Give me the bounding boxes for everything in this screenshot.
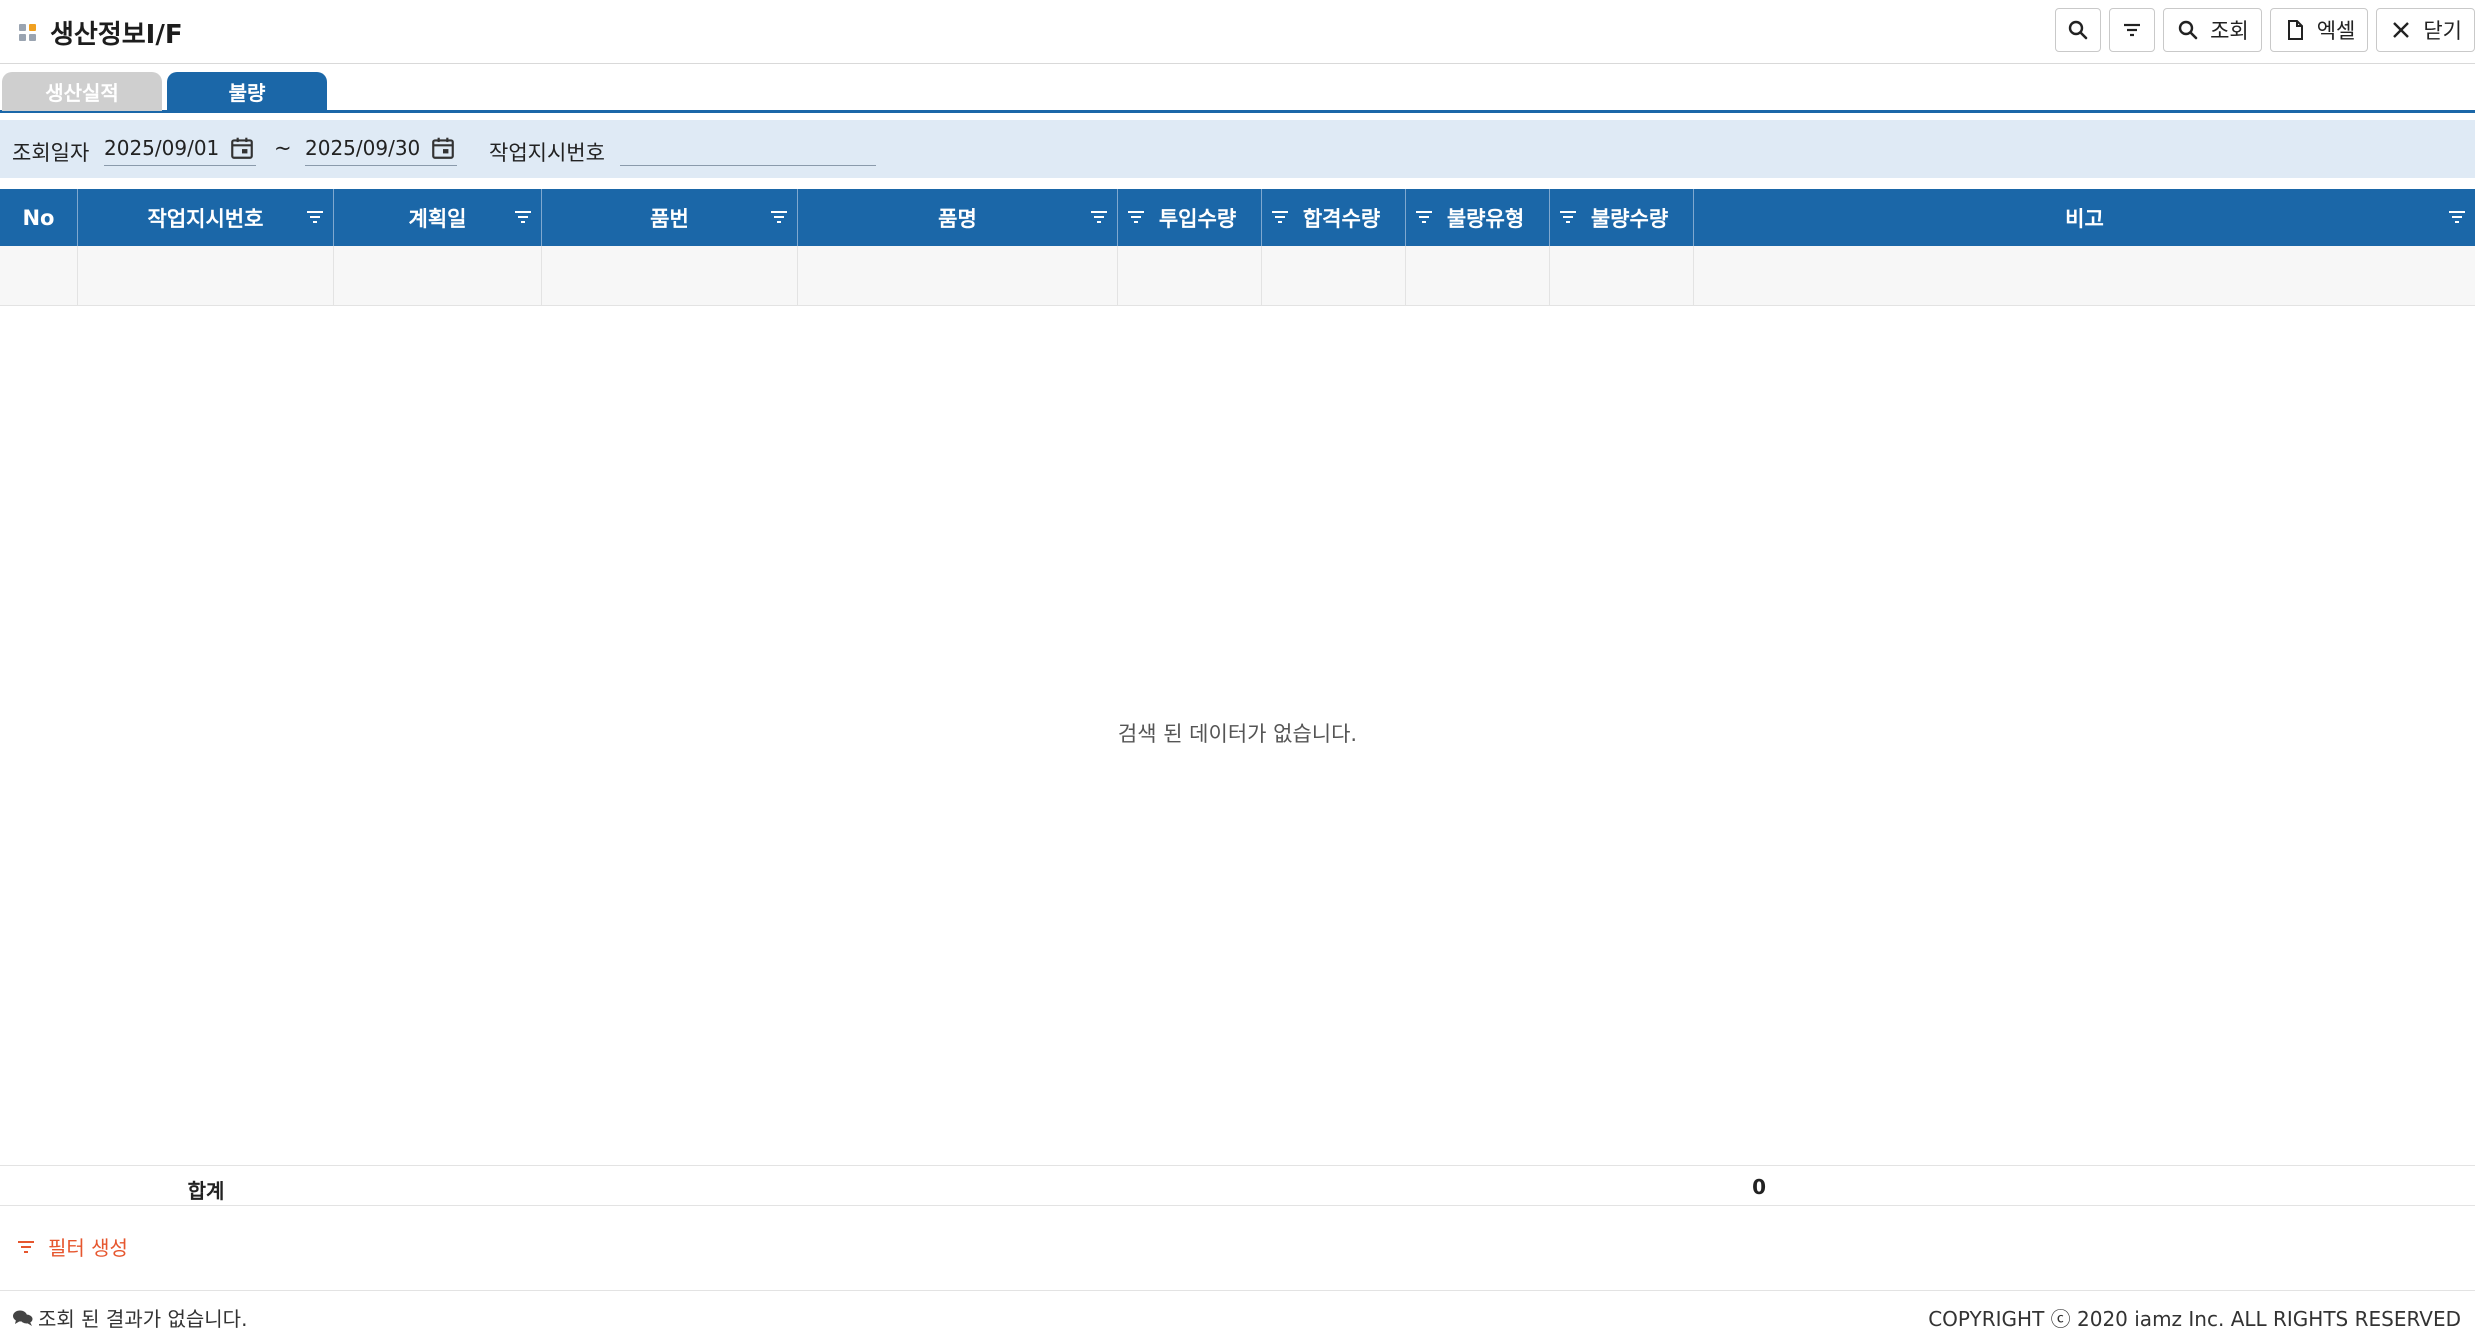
grid-header: No 작업지시번호 계획일 품번 품명 투입수량 합격수량 불량유형 불량수량 …: [0, 189, 2475, 246]
filter-cell[interactable]: [0, 246, 78, 305]
column-header-defect-qty[interactable]: 불량수량: [1550, 189, 1694, 246]
range-separator: ~: [274, 136, 292, 160]
filter-cell[interactable]: [1262, 246, 1406, 305]
filter-cell[interactable]: [334, 246, 542, 305]
column-header-pass-qty[interactable]: 합격수량: [1262, 189, 1406, 246]
filter-icon[interactable]: [769, 208, 789, 226]
filter-cell[interactable]: [78, 246, 334, 305]
filter-icon[interactable]: [1414, 208, 1434, 226]
excel-button[interactable]: 엑셀: [2269, 8, 2369, 52]
title-area: 생산정보I/F: [18, 12, 183, 52]
filter-icon[interactable]: [513, 208, 533, 226]
column-header-defect-type[interactable]: 불량유형: [1406, 189, 1550, 246]
excel-button-label: 엑셀: [2316, 19, 2356, 43]
footer: 조회 된 결과가 없습니다. COPYRIGHT ⓒ 2020 iamz Inc…: [0, 1290, 2475, 1336]
document-icon: [2287, 20, 2303, 40]
close-icon: [2393, 22, 2410, 38]
date-to-value: 2025/09/30: [305, 136, 421, 160]
filter-icon[interactable]: [305, 208, 325, 226]
filter-button[interactable]: [2109, 8, 2156, 52]
calendar-icon[interactable]: [430, 135, 456, 161]
column-header-plan-date[interactable]: 계획일: [334, 189, 542, 246]
summary-value: 0: [1752, 1175, 1766, 1199]
close-button-label: 닫기: [2423, 19, 2462, 43]
filter-cell[interactable]: [1406, 246, 1550, 305]
filter-icon[interactable]: [1126, 208, 1146, 226]
search-icon: [2068, 20, 2088, 40]
filter-create-label: 필터 생성: [48, 1236, 128, 1260]
toolbar: 조회 엑셀 닫기: [2055, 8, 2475, 54]
date-from-value: 2025/09/01: [104, 136, 220, 160]
search-panel: 조회일자 2025/09/01 ~ 2025/09/30 작업지시번호: [0, 120, 2475, 178]
filter-create-button[interactable]: 필터 생성: [16, 1232, 128, 1261]
filter-icon: [2124, 23, 2141, 37]
tab-bar: 생산실적 불량: [0, 70, 2475, 113]
search-button[interactable]: 조회: [2163, 8, 2262, 52]
filter-icon[interactable]: [1270, 208, 1290, 226]
filter-cell[interactable]: [542, 246, 798, 305]
column-header-no[interactable]: No: [0, 189, 78, 246]
chat-icon: [13, 1310, 33, 1326]
filter-cell[interactable]: [1694, 246, 2475, 305]
tab-production-result[interactable]: 생산실적: [2, 72, 162, 111]
filter-icon[interactable]: [1558, 208, 1578, 226]
quick-search-button[interactable]: [2055, 8, 2102, 52]
column-header-part-name[interactable]: 품명: [798, 189, 1118, 246]
tab-defect[interactable]: 불량: [167, 72, 327, 111]
status-text: 조회 된 결과가 없습니다.: [38, 1307, 248, 1331]
summary-row: 합계 0: [0, 1165, 2475, 1206]
menu-grid-icon: [18, 22, 38, 42]
search-button-label: 조회: [2210, 19, 2249, 43]
filter-icon: [18, 1240, 34, 1253]
column-header-work-order[interactable]: 작업지시번호: [78, 189, 334, 246]
page-header: 생산정보I/F 조회 엑셀 닫기: [0, 0, 2475, 64]
date-label: 조회일자: [12, 141, 90, 165]
date-to-field[interactable]: 2025/09/30: [305, 131, 457, 166]
filter-icon[interactable]: [2447, 208, 2467, 226]
copyright-text: COPYRIGHT ⓒ 2020 iamz Inc. ALL RIGHTS RE…: [1928, 1307, 2461, 1331]
column-header-part-no[interactable]: 품번: [542, 189, 798, 246]
close-button[interactable]: 닫기: [2376, 8, 2475, 52]
filter-cell[interactable]: [798, 246, 1118, 305]
column-header-remarks[interactable]: 비고: [1694, 189, 2475, 246]
calendar-icon[interactable]: [229, 135, 255, 161]
search-icon: [2178, 20, 2198, 40]
column-header-input-qty[interactable]: 투입수량: [1118, 189, 1262, 246]
summary-label: 합계: [187, 1179, 225, 1203]
page-title: 생산정보I/F: [50, 19, 183, 50]
work-order-input[interactable]: [620, 131, 876, 166]
filter-icon[interactable]: [1089, 208, 1109, 226]
date-from-field[interactable]: 2025/09/01: [104, 131, 256, 166]
filter-cell[interactable]: [1550, 246, 1694, 305]
empty-message: 검색 된 데이터가 없습니다.: [1117, 722, 1358, 746]
filter-cell[interactable]: [1118, 246, 1262, 305]
status-bar: 조회 된 결과가 없습니다.: [12, 1303, 247, 1332]
grid-filter-row: [0, 246, 2475, 306]
work-order-label: 작업지시번호: [489, 141, 605, 165]
